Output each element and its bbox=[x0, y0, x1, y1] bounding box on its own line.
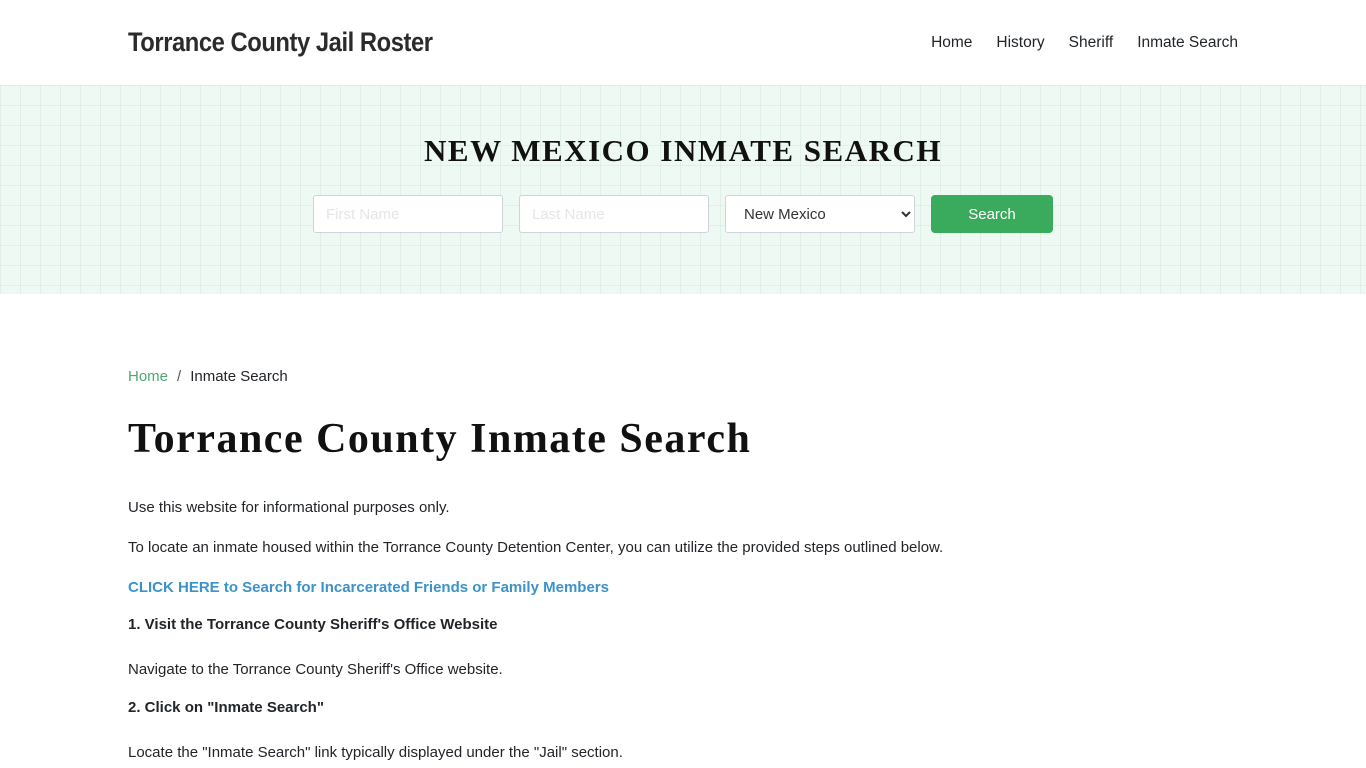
page-title: Torrance County Inmate Search bbox=[128, 416, 752, 462]
main-content: Home / Inmate Search Torrance County Inm… bbox=[0, 294, 1366, 762]
hero-title: NEW MEXICO INMATE SEARCH bbox=[424, 133, 942, 168]
step-2-title: 2. Click on "Inmate Search" bbox=[128, 699, 324, 716]
nav-inmate-search[interactable]: Inmate Search bbox=[1137, 34, 1238, 52]
breadcrumb-current: Inmate Search bbox=[190, 368, 288, 385]
search-incarcerated-link[interactable]: CLICK HERE to Search for Incarcerated Fr… bbox=[128, 579, 609, 596]
main-nav: Home History Sheriff Inmate Search bbox=[931, 34, 1238, 52]
state-select[interactable]: New Mexico bbox=[725, 195, 915, 233]
nav-history[interactable]: History bbox=[996, 34, 1044, 52]
search-button[interactable]: Search bbox=[931, 195, 1053, 233]
description-text: To locate an inmate housed within the To… bbox=[128, 539, 944, 556]
site-header: Torrance County Jail Roster Home History… bbox=[0, 0, 1366, 85]
breadcrumb-separator: / bbox=[177, 368, 182, 385]
nav-home[interactable]: Home bbox=[931, 34, 972, 52]
search-hero: NEW MEXICO INMATE SEARCH New Mexico Sear… bbox=[0, 85, 1366, 294]
breadcrumb-home[interactable]: Home bbox=[128, 368, 168, 385]
step-1-text: Navigate to the Torrance County Sheriff'… bbox=[128, 661, 503, 678]
site-logo[interactable]: Torrance County Jail Roster bbox=[128, 27, 433, 58]
step-2-text: Locate the "Inmate Search" link typicall… bbox=[128, 744, 623, 761]
last-name-input[interactable] bbox=[519, 195, 709, 233]
first-name-input[interactable] bbox=[313, 195, 503, 233]
step-1-title: 1. Visit the Torrance County Sheriff's O… bbox=[128, 616, 498, 633]
inmate-search-form: New Mexico Search bbox=[313, 195, 1053, 233]
breadcrumb: Home / Inmate Search bbox=[128, 368, 1238, 385]
intro-text: Use this website for informational purpo… bbox=[128, 499, 450, 516]
nav-sheriff[interactable]: Sheriff bbox=[1069, 34, 1114, 52]
